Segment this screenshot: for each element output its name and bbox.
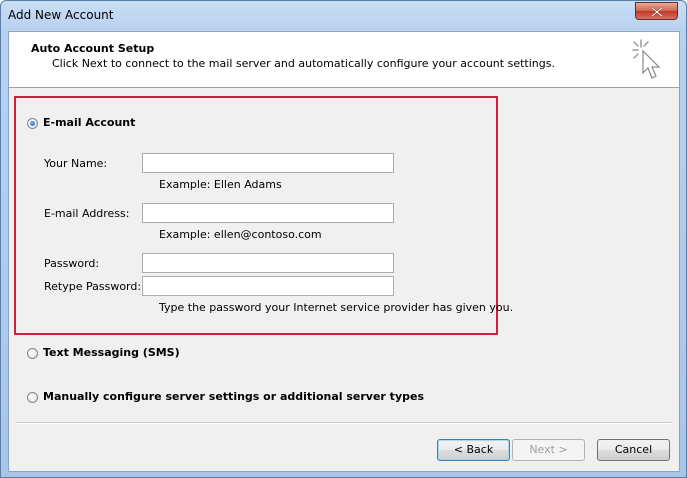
wizard-header: Auto Account Setup Click Next to connect…	[9, 32, 679, 88]
auto-setup-cursor-icon	[632, 39, 661, 79]
page-subtitle: Click Next to connect to the mail server…	[52, 57, 555, 70]
page-title: Auto Account Setup	[31, 42, 155, 55]
manual-configure-radio[interactable]	[27, 392, 38, 403]
back-button[interactable]: < Back	[437, 439, 510, 461]
close-button[interactable]	[635, 2, 678, 20]
dialog-body: Auto Account Setup Click Next to connect…	[8, 31, 680, 472]
email-account-label[interactable]: E-mail Account	[43, 116, 135, 129]
manual-configure-label[interactable]: Manually configure server settings or ad…	[43, 390, 424, 403]
text-messaging-radio[interactable]	[27, 348, 38, 359]
next-button[interactable]: Next >	[512, 439, 585, 461]
password-hint: Type the password your Internet service …	[159, 301, 514, 314]
add-account-window: Add New Account Auto Account Setup Click…	[0, 0, 687, 478]
cancel-button[interactable]: Cancel	[597, 439, 670, 461]
close-icon	[651, 7, 663, 17]
retype-password-input[interactable]	[142, 276, 394, 296]
email-account-radio[interactable]	[27, 118, 38, 129]
your-name-hint: Example: Ellen Adams	[159, 178, 282, 191]
email-address-hint: Example: ellen@contoso.com	[159, 228, 322, 241]
text-messaging-label[interactable]: Text Messaging (SMS)	[43, 346, 180, 359]
window-title: Add New Account	[8, 8, 114, 22]
your-name-label: Your Name:	[44, 157, 108, 170]
retype-password-label: Retype Password:	[44, 280, 142, 293]
your-name-input[interactable]	[142, 153, 394, 173]
password-input[interactable]	[142, 253, 394, 273]
password-label: Password:	[44, 257, 100, 270]
email-address-input[interactable]	[142, 203, 394, 223]
email-address-label: E-mail Address:	[44, 207, 130, 220]
footer-divider	[16, 422, 671, 424]
title-bar[interactable]: Add New Account	[1, 1, 686, 31]
